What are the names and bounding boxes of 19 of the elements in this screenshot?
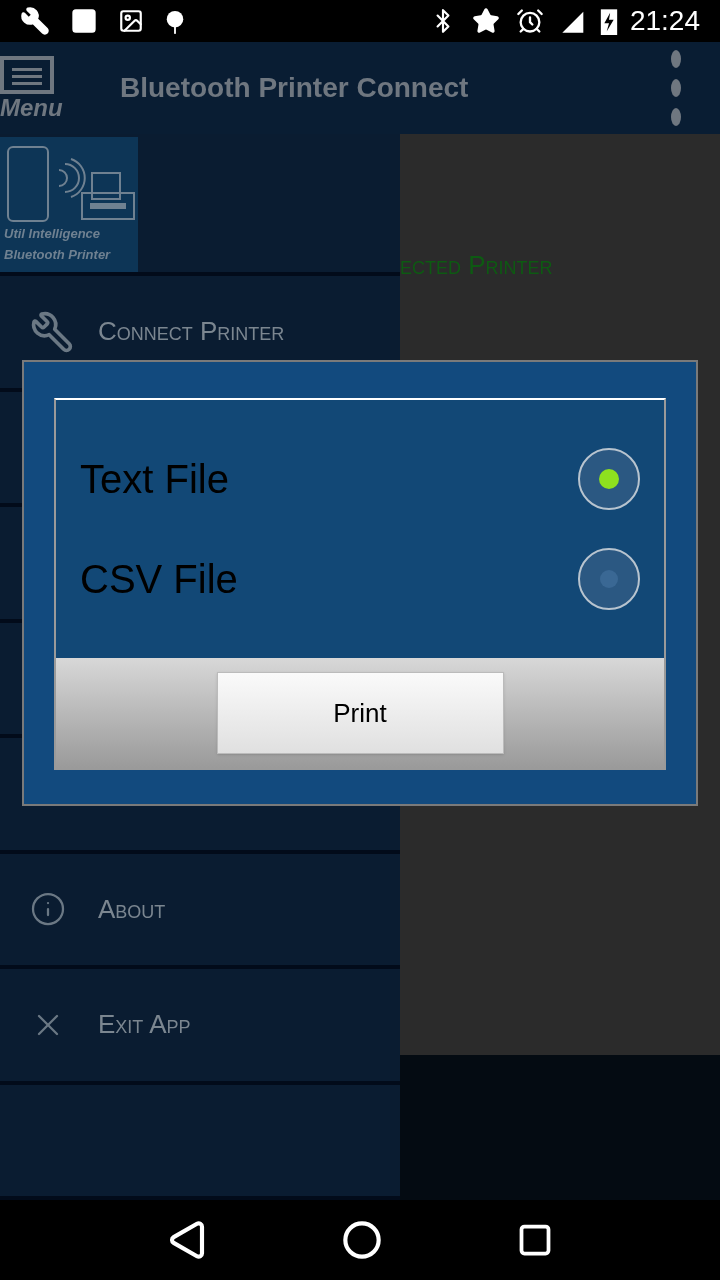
home-icon[interactable]: [342, 1220, 382, 1261]
wrench-icon: [30, 309, 74, 354]
image-icon: [118, 8, 144, 34]
drawer-item[interactable]: About: [0, 853, 400, 966]
app-title: Bluetooth Printer Connect: [120, 71, 470, 106]
logo-caption: Util Intelligence: [4, 225, 102, 244]
drawer-item[interactable]: Exit App: [0, 969, 400, 1081]
drawer-item[interactable]: Connect Printer: [0, 276, 400, 388]
battery-icon: [599, 7, 618, 35]
print-button[interactable]: Print: [216, 672, 504, 755]
star-icon: [471, 7, 500, 35]
square-icon: [70, 7, 98, 35]
wrench-icon: [20, 6, 50, 36]
more-icon[interactable]: [670, 50, 682, 127]
menu-button[interactable]: Menu: [0, 56, 70, 121]
alarm-icon: [515, 7, 544, 35]
logo-caption: Bluetooth Printer: [4, 246, 112, 265]
clock-time: 21:24: [629, 4, 700, 38]
info-icon: [30, 891, 66, 928]
